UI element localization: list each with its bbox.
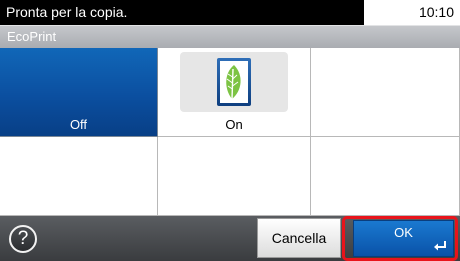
status-bar: Pronta per la copia. 10:10: [0, 0, 460, 25]
ok-label: OK: [394, 225, 413, 240]
option-on-icon-box: [180, 52, 288, 112]
option-on-label: On: [225, 117, 243, 132]
status-time: 10:10: [418, 4, 454, 20]
option-grid: Off On: [0, 48, 460, 216]
title-bar: EcoPrint: [0, 25, 460, 48]
status-message-area: Pronta per la copia.: [0, 0, 364, 25]
bottom-bar: ? Cancella OK: [0, 216, 460, 261]
enter-icon: [434, 241, 446, 251]
option-off-button[interactable]: Off: [0, 48, 158, 137]
screen-title: EcoPrint: [7, 29, 57, 44]
empty-cell: [311, 137, 460, 216]
question-mark-icon: ?: [17, 228, 29, 249]
ok-button[interactable]: OK: [353, 220, 454, 257]
empty-cell: [158, 137, 311, 216]
option-on-button[interactable]: On: [158, 48, 311, 137]
option-off-label: Off: [69, 117, 88, 132]
leaf-icon: [217, 58, 251, 106]
help-button[interactable]: ?: [9, 225, 37, 253]
empty-cell: [311, 48, 460, 137]
cancel-button[interactable]: Cancella: [257, 218, 341, 258]
empty-cell: [0, 137, 158, 216]
status-message: Pronta per la copia.: [6, 4, 128, 20]
